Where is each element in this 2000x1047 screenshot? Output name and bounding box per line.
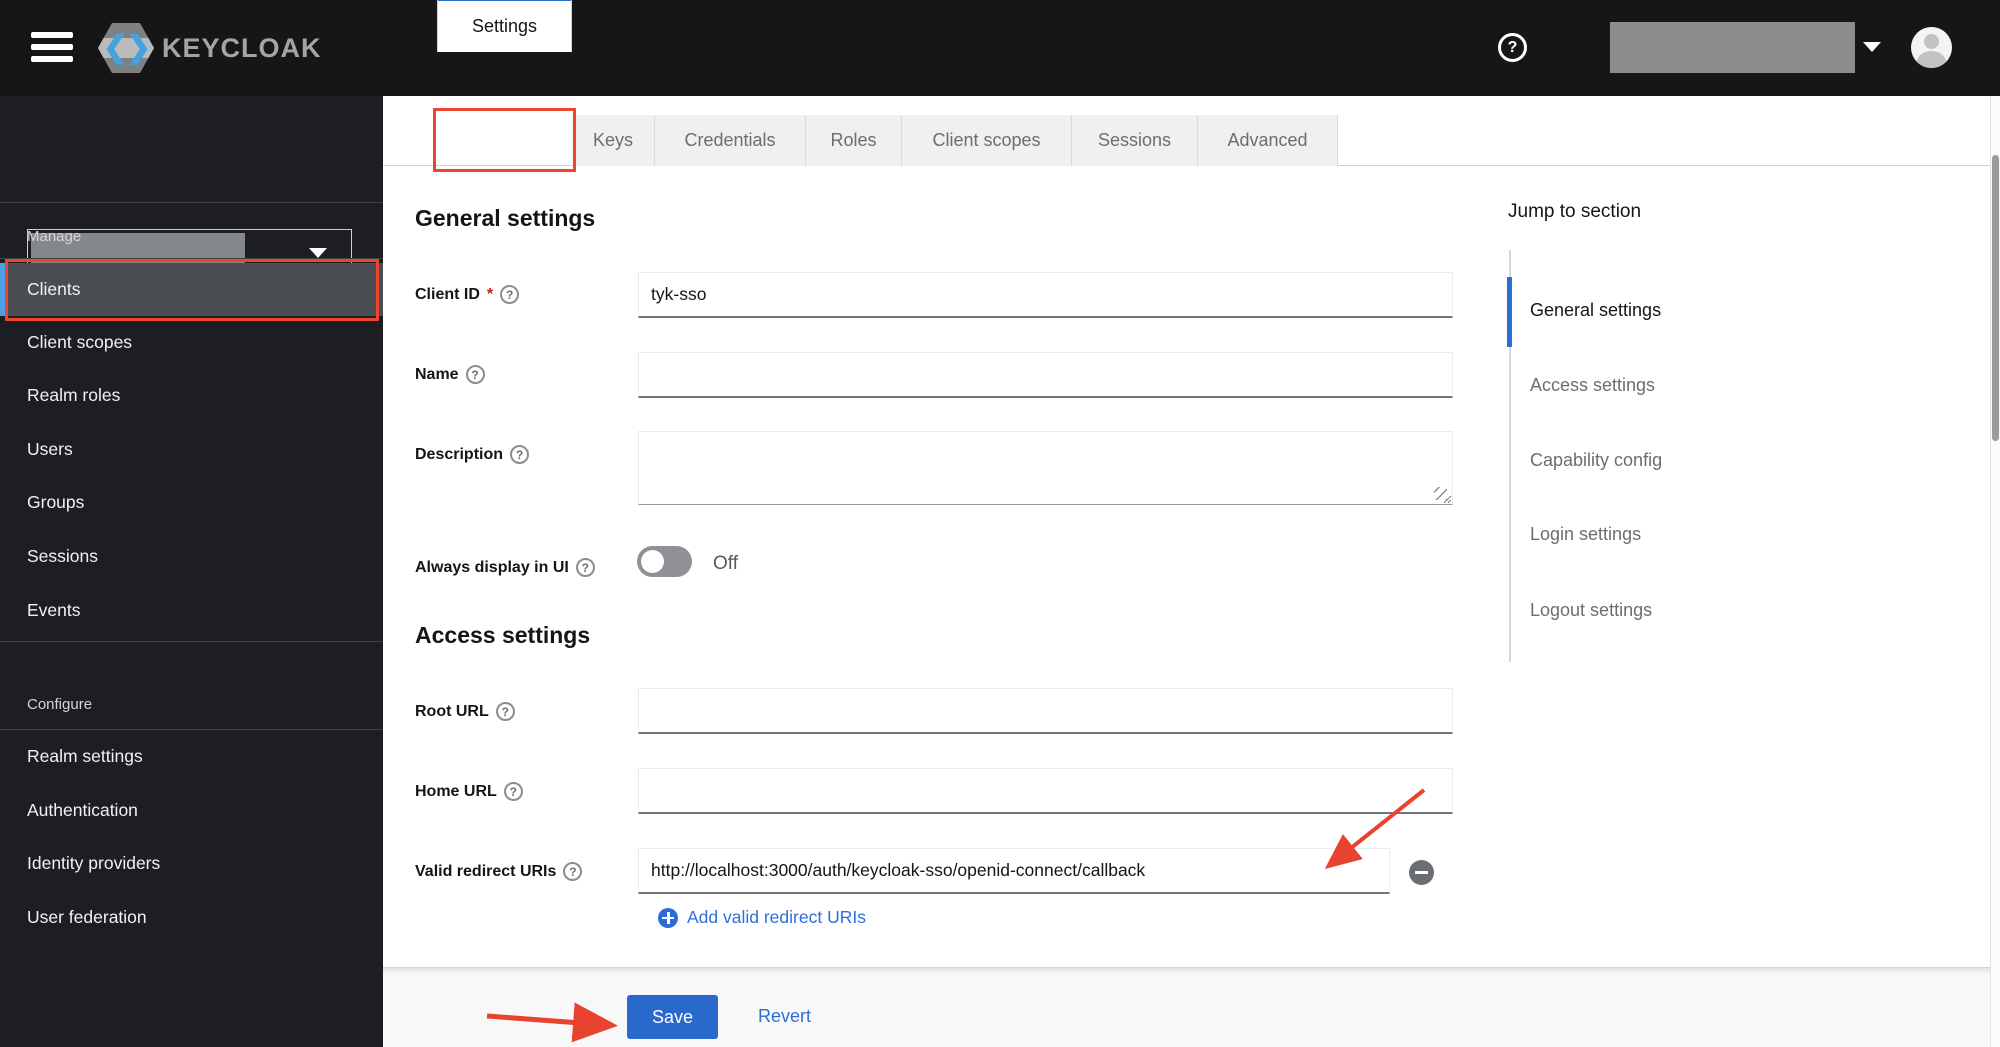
root-url-input[interactable]: [638, 688, 1453, 734]
tab-client-scopes[interactable]: Client scopes: [902, 115, 1072, 166]
description-textarea[interactable]: [638, 431, 1453, 505]
keycloak-logo[interactable]: ❮❯ KEYCLOAK: [98, 22, 322, 74]
tab-keys[interactable]: Keys: [572, 115, 655, 166]
scrollbar-thumb[interactable]: [1992, 155, 1999, 441]
plus-circle-icon: [658, 907, 678, 928]
avatar[interactable]: [1911, 27, 1952, 68]
question-circle-icon[interactable]: [563, 862, 583, 881]
help-icon[interactable]: [1498, 33, 1527, 62]
sidebar-divider: [0, 641, 383, 642]
revert-link[interactable]: Revert: [758, 1006, 811, 1027]
tab-roles[interactable]: Roles: [806, 115, 902, 166]
always-display-label: Always display in UI: [415, 558, 595, 577]
always-display-toggle[interactable]: [637, 546, 692, 577]
question-circle-icon[interactable]: [575, 558, 595, 577]
home-url-input[interactable]: [638, 768, 1453, 814]
tab-sessions[interactable]: Sessions: [1072, 115, 1198, 166]
client-id-label: Client ID *: [415, 285, 520, 304]
description-label: Description: [415, 445, 530, 464]
keycloak-hexagon-icon: ❮❯: [98, 23, 154, 73]
jump-item-logout-settings[interactable]: Logout settings: [1530, 597, 1652, 623]
question-circle-icon[interactable]: [495, 702, 515, 721]
jump-to-section-heading: Jump to section: [1508, 201, 1642, 222]
general-settings-heading: General settings: [415, 205, 596, 231]
required-asterisk: *: [486, 285, 494, 303]
sidebar-item-client-scopes[interactable]: Client scopes: [0, 316, 383, 369]
valid-redirect-uri-input[interactable]: [638, 848, 1390, 894]
sidebar-divider: [0, 202, 383, 203]
jump-item-capability-config[interactable]: Capability config: [1530, 447, 1662, 473]
jump-item-login-settings[interactable]: Login settings: [1530, 521, 1641, 547]
keycloak-admin-console: ❮❯ KEYCLOAK Manage Clients Client scopes…: [0, 0, 2000, 1047]
sidebar-item-sessions[interactable]: Sessions: [0, 530, 383, 583]
realm-selector-chevron-icon: [309, 248, 327, 258]
client-id-input[interactable]: [638, 272, 1453, 318]
tab-credentials[interactable]: Credentials: [655, 115, 806, 166]
sidebar-item-groups[interactable]: Groups: [0, 476, 383, 529]
name-input[interactable]: [638, 352, 1453, 398]
sidebar-item-clients[interactable]: Clients: [0, 263, 383, 316]
sidebar-item-users[interactable]: Users: [0, 423, 383, 476]
root-url-label: Root URL: [415, 702, 515, 721]
sidebar-section-manage: Manage: [27, 228, 82, 245]
question-circle-icon[interactable]: [510, 445, 530, 464]
home-url-label: Home URL: [415, 782, 523, 801]
question-circle-icon[interactable]: [503, 782, 523, 801]
jump-active-indicator: [1507, 277, 1512, 347]
user-menu-chevron-icon[interactable]: [1863, 42, 1881, 52]
textarea-resize-handle-icon[interactable]: [1434, 487, 1447, 500]
question-circle-icon[interactable]: [500, 285, 520, 304]
question-circle-icon[interactable]: [465, 365, 485, 384]
sidebar-item-identity-providers[interactable]: Identity providers: [0, 837, 383, 890]
form-action-footer: [383, 967, 2000, 1047]
sidebar-item-user-federation[interactable]: User federation: [0, 891, 383, 944]
toggle-state-text: Off: [713, 553, 738, 574]
access-settings-heading: Access settings: [415, 622, 591, 648]
sidebar-section-configure: Configure: [27, 696, 93, 713]
tab-settings[interactable]: Settings: [437, 0, 572, 52]
add-redirect-uri-link[interactable]: Add valid redirect URIs: [658, 907, 866, 928]
sidebar-item-authentication[interactable]: Authentication: [0, 784, 383, 837]
main-content: [383, 96, 2000, 1047]
valid-redirect-uris-label: Valid redirect URIs: [415, 862, 583, 881]
username-redacted: [1610, 22, 1855, 73]
sidebar-item-events[interactable]: Events: [0, 584, 383, 637]
topbar: ❮❯ KEYCLOAK: [0, 0, 2000, 96]
name-label: Name: [415, 365, 485, 384]
sidebar-item-realm-settings[interactable]: Realm settings: [0, 730, 383, 783]
sidebar-item-realm-roles[interactable]: Realm roles: [0, 369, 383, 422]
remove-redirect-uri-button[interactable]: [1409, 860, 1434, 885]
brand-text: KEYCLOAK: [162, 32, 322, 63]
jump-item-access-settings[interactable]: Access settings: [1530, 372, 1655, 398]
hamburger-menu-icon[interactable]: [31, 32, 73, 62]
tab-advanced[interactable]: Advanced: [1198, 115, 1338, 166]
sidebar-divider: [0, 258, 383, 259]
jump-item-general-settings[interactable]: General settings: [1530, 297, 1661, 323]
save-button[interactable]: Save: [627, 995, 718, 1039]
